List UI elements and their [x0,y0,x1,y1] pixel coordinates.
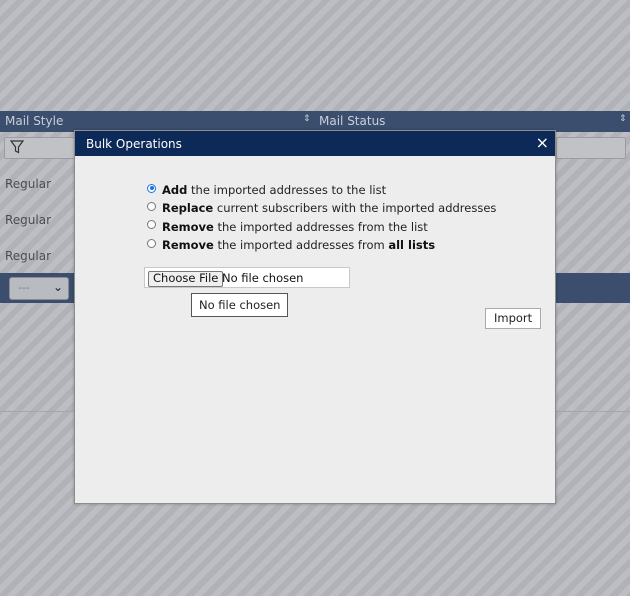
option-keyword: Add [162,183,188,198]
operation-options: Add the imported addresses to the list R… [147,181,496,254]
grid-header: Mail Style ⇕ Mail Status ⇕ [0,111,630,132]
radio-replace[interactable] [147,201,156,211]
option-label: Remove the imported addresses from the l… [162,220,428,234]
option-text: current subscribers with the imported ad… [213,201,497,216]
column-header-mail-style[interactable]: Mail Style [5,114,63,128]
option-label: Add the imported addresses to the list [162,183,386,197]
option-emphasis: all lists [388,238,436,253]
option-label: Replace current subscribers with the imp… [162,201,496,215]
option-text: the imported addresses to the list [187,183,387,198]
sort-icon[interactable]: ⇕ [619,114,627,124]
column-header-mail-status[interactable]: Mail Status [319,114,385,128]
table-row-mail-style: Regular [5,213,52,227]
file-input[interactable]: Choose File No file chosen [144,267,350,288]
option-text: the imported addresses from the list [213,219,428,234]
bulk-operations-dialog: Bulk Operations × Add the imported addre… [74,130,556,504]
chevron-down-icon: ⌄ [52,280,63,294]
radio-remove-from-all-lists[interactable] [147,238,156,248]
option-remove-from-all-lists[interactable]: Remove the imported addresses from all l… [147,236,496,254]
dialog-titlebar: Bulk Operations × [75,131,555,156]
file-tooltip: No file chosen [191,293,289,317]
filter-icon [10,140,24,154]
option-text: the imported addresses from [213,238,389,253]
table-row-mail-style: Regular [5,177,52,191]
radio-remove-from-list[interactable] [147,220,156,230]
option-add[interactable]: Add the imported addresses to the list [147,181,496,199]
page-size-value: --- [18,281,30,294]
option-keyword: Remove [162,219,214,234]
table-row-mail-style: Regular [5,249,52,263]
sort-icon[interactable]: ⇕ [303,114,311,124]
option-replace[interactable]: Replace current subscribers with the imp… [147,199,496,217]
file-status: No file chosen [222,271,304,285]
radio-add[interactable] [147,183,156,193]
option-keyword: Remove [162,238,214,253]
option-keyword: Replace [162,201,214,216]
filter-input[interactable] [556,137,626,159]
filter-button[interactable] [4,137,76,159]
option-remove-from-list[interactable]: Remove the imported addresses from the l… [147,218,496,236]
close-icon[interactable]: × [536,134,549,152]
choose-file-button[interactable]: Choose File [148,271,224,287]
page-size-select[interactable]: --- ⌄ [9,277,69,300]
option-label: Remove the imported addresses from all l… [162,238,435,252]
dialog-title: Bulk Operations [86,137,182,151]
import-button[interactable]: Import [485,308,542,329]
